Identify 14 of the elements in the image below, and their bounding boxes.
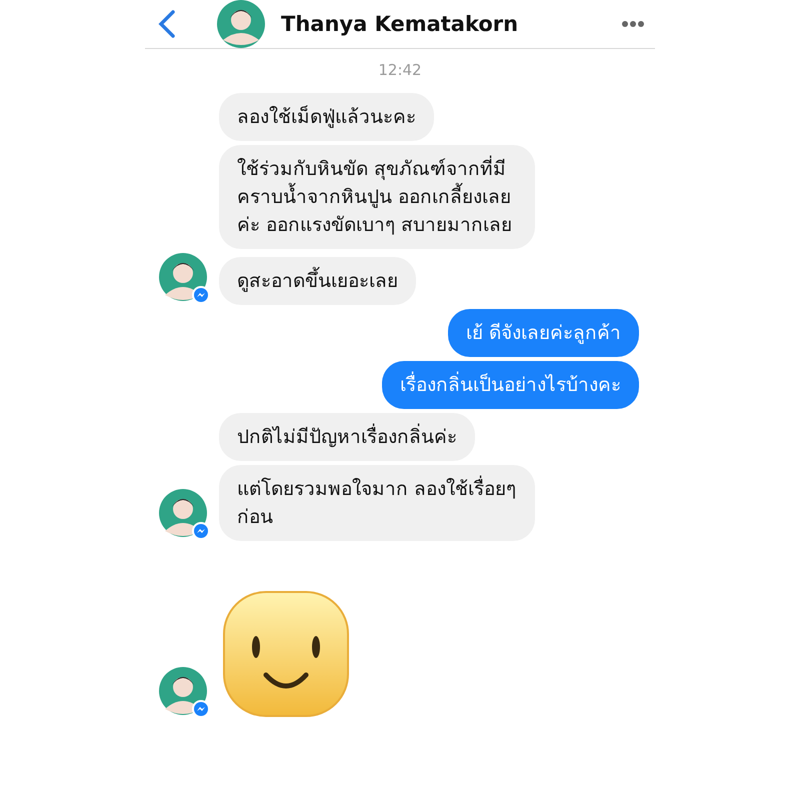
avatar[interactable]	[215, 0, 267, 48]
message-bubble: ใช้ร่วมกับหินขัด สุขภัณฑ์จากที่มีคราบน้ำจากหินปูน ออกเกลี้ยงเลยค่ะ ออกแรงขัดเบาๆ สบายมากเลย	[219, 145, 535, 249]
more-icon[interactable]	[621, 20, 645, 28]
message-bubble: ปกติไม่มีปัญหาเรื่องกลิ่นค่ะ	[219, 413, 475, 461]
contact-name: Thanya Kematakorn	[281, 12, 520, 36]
message-bubble: เย้ ดีจังเลยค่ะลูกค้า	[448, 309, 639, 357]
message-bubble: เรื่องกลิ่นเป็นอย่างไรบ้างคะ	[382, 361, 639, 409]
timestamp: 12:42	[377, 61, 423, 79]
avatar[interactable]	[159, 253, 211, 305]
avatar[interactable]	[159, 667, 211, 719]
message-bubble: แต่โดยรวมพอใจมาก ลองใช้เรื่อยๆก่อน	[219, 465, 535, 541]
message-bubble: ดูสะอาดขึ้นเยอะเลย	[219, 257, 416, 305]
message-bubble: ลองใช้เม็ดฟู่แล้วนะคะ	[219, 93, 434, 141]
avatar[interactable]	[159, 489, 211, 541]
